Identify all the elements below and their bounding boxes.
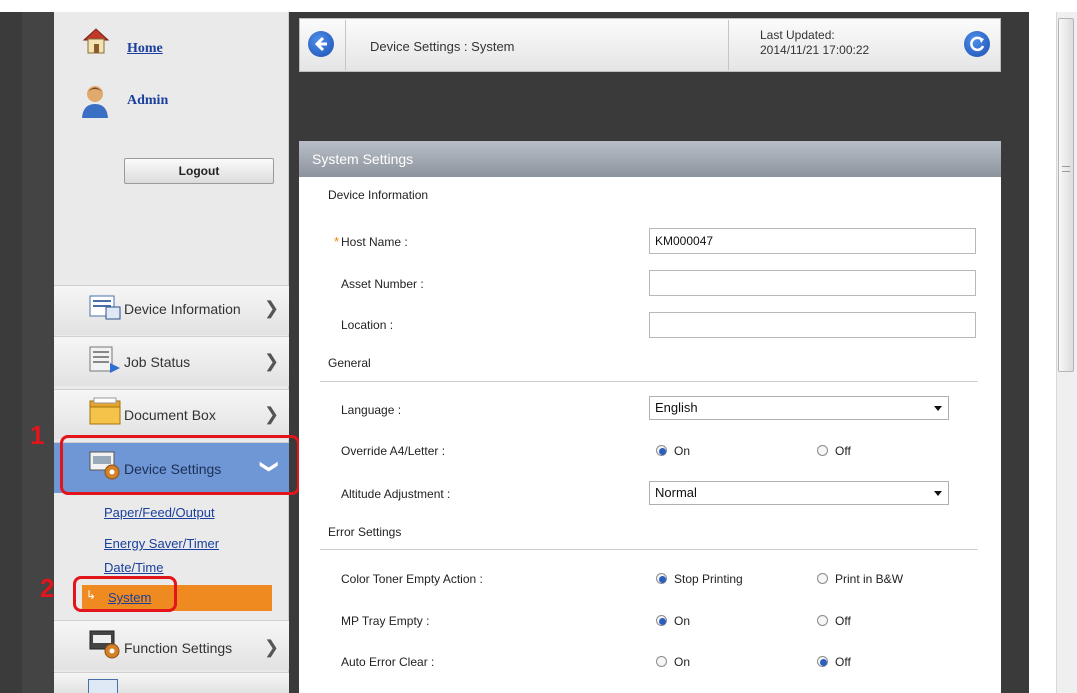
sub-link-paper-feed-output[interactable]: Paper/Feed/Output bbox=[104, 505, 215, 520]
back-button[interactable] bbox=[308, 31, 334, 57]
logout-button[interactable]: Logout bbox=[124, 158, 274, 184]
sub-link-energy-saver-timer[interactable]: Energy Saver/Timer bbox=[104, 536, 219, 551]
nav-label-function-settings: Function Settings bbox=[124, 640, 233, 656]
override-on-label: On bbox=[674, 444, 691, 458]
print-bw-radio[interactable] bbox=[817, 573, 828, 584]
chevron-right-icon: ❯ bbox=[264, 404, 280, 424]
host-name-label: Host Name : bbox=[341, 235, 408, 249]
host-name-input[interactable]: KM000047 bbox=[649, 228, 976, 254]
location-label: Location : bbox=[341, 318, 394, 332]
location-input[interactable] bbox=[649, 312, 976, 338]
stop-printing-label: Stop Printing bbox=[674, 572, 743, 586]
document-box-icon bbox=[88, 396, 122, 428]
stop-printing-radio[interactable] bbox=[656, 573, 667, 584]
scrollbar-thumb[interactable] bbox=[1058, 18, 1074, 372]
last-updated-value: 2014/11/21 17:00:22 bbox=[760, 43, 870, 57]
step-number-2: 2 bbox=[40, 573, 55, 603]
mp-tray-off-label: Off bbox=[835, 614, 851, 628]
general-heading: General bbox=[328, 356, 371, 370]
chevron-right-icon: ❯ bbox=[264, 637, 280, 657]
nav-label-document-box: Document Box bbox=[124, 407, 216, 423]
override-on-radio[interactable] bbox=[656, 445, 667, 456]
altitude-label: Altitude Adjustment : bbox=[341, 487, 451, 501]
chevron-right-icon: ❯ bbox=[264, 298, 280, 318]
toner-empty-label: Color Toner Empty Action : bbox=[341, 572, 483, 586]
asset-number-input[interactable] bbox=[649, 270, 976, 296]
sub-link-date-time[interactable]: Date/Time bbox=[104, 560, 163, 575]
language-select[interactable]: English bbox=[649, 396, 949, 420]
device-information-heading: Device Information bbox=[328, 188, 429, 202]
auto-error-label: Auto Error Clear : bbox=[341, 655, 435, 669]
dropdown-arrow-icon bbox=[934, 406, 942, 411]
override-label: Override A4/Letter : bbox=[341, 444, 446, 458]
language-label: Language : bbox=[341, 403, 402, 417]
altitude-select[interactable]: Normal bbox=[649, 481, 949, 505]
dropdown-arrow-icon bbox=[934, 491, 942, 496]
mp-tray-label: MP Tray Empty : bbox=[341, 614, 430, 628]
left-margin bbox=[0, 12, 22, 693]
home-link[interactable]: Home bbox=[127, 41, 163, 57]
job-status-icon bbox=[88, 343, 122, 375]
auto-error-off-label: Off bbox=[835, 655, 851, 669]
last-updated-label: Last Updated: bbox=[760, 28, 835, 42]
network-settings-icon bbox=[88, 679, 118, 693]
print-bw-label: Print in B&W bbox=[835, 572, 904, 586]
admin-avatar-icon bbox=[80, 84, 110, 118]
override-off-radio[interactable] bbox=[817, 445, 828, 456]
highlight-system bbox=[73, 576, 177, 612]
altitude-select-value: Normal bbox=[655, 485, 697, 500]
topbar-divider-2 bbox=[728, 20, 729, 70]
mp-tray-on-label: On bbox=[674, 614, 691, 628]
mp-tray-on-radio[interactable] bbox=[656, 615, 667, 626]
general-divider bbox=[320, 381, 978, 382]
nav-label-job-status: Job Status bbox=[124, 354, 191, 370]
auto-error-on-radio[interactable] bbox=[656, 656, 667, 667]
topbar-divider bbox=[345, 20, 346, 70]
user-name: Admin bbox=[127, 93, 169, 108]
required-marker: * bbox=[334, 234, 340, 249]
auto-error-on-label: On bbox=[674, 655, 691, 669]
breadcrumb: Device Settings : System bbox=[370, 39, 515, 54]
mp-tray-off-radio[interactable] bbox=[817, 615, 828, 626]
section-header: System Settings bbox=[299, 141, 1001, 177]
scrollbar-grip-icon bbox=[1062, 166, 1070, 172]
function-settings-icon bbox=[88, 627, 122, 661]
override-off-label: Off bbox=[835, 444, 851, 458]
step-number-1: 1 bbox=[30, 420, 45, 450]
home-icon[interactable] bbox=[80, 24, 112, 56]
error-settings-divider bbox=[320, 549, 978, 550]
device-information-icon bbox=[88, 293, 122, 323]
asset-number-label: Asset Number : bbox=[341, 277, 424, 291]
error-settings-heading: Error Settings bbox=[328, 525, 402, 539]
auto-error-off-radio[interactable] bbox=[817, 656, 828, 667]
language-select-value: English bbox=[655, 400, 698, 415]
refresh-button[interactable] bbox=[964, 31, 990, 57]
highlight-device-settings bbox=[60, 435, 300, 495]
chevron-right-icon: ❯ bbox=[264, 351, 280, 371]
nav-label-device-information: Device Information bbox=[124, 301, 241, 317]
